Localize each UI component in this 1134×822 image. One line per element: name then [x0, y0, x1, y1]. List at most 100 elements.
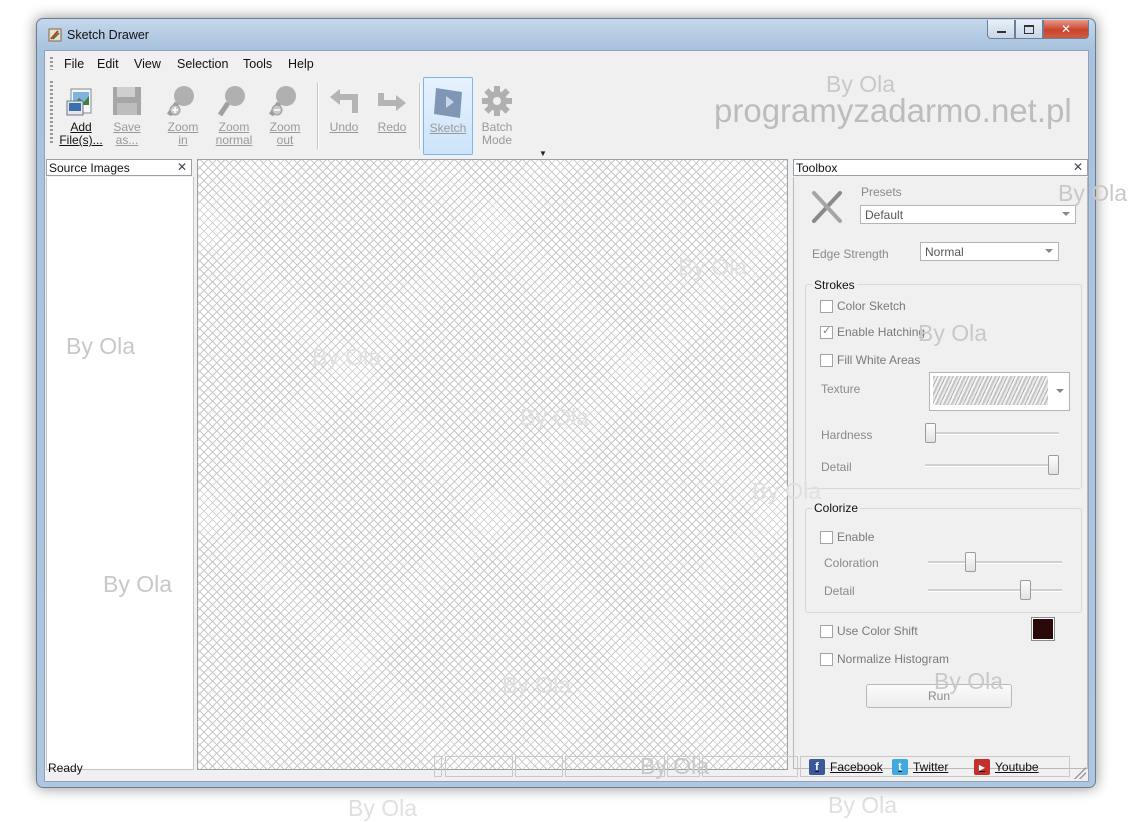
menu-edit[interactable]: Edit — [97, 57, 119, 71]
toolbox-header: Toolbox ✕ — [793, 159, 1088, 176]
facebook-icon: f — [809, 759, 825, 775]
toolbox-title: Toolbox — [796, 161, 838, 175]
resize-grip[interactable] — [1074, 767, 1086, 779]
menu-bar: File Edit View Selection Tools Help — [45, 51, 1088, 75]
zoom-out-button[interactable]: Zoom out — [263, 77, 307, 153]
use-color-shift-label: Use Color Shift — [837, 624, 918, 638]
minimize-icon — [996, 31, 1006, 33]
texture-label: Texture — [821, 382, 861, 396]
normalize-histogram-box[interactable] — [820, 652, 833, 666]
app-icon — [48, 28, 62, 42]
undo-icon — [326, 83, 362, 119]
close-icon[interactable]: ✕ — [177, 160, 187, 174]
slider-track — [928, 589, 1062, 592]
close-button[interactable]: ✕ — [1043, 20, 1089, 39]
enable-hatching-box[interactable] — [820, 324, 833, 339]
color-shift-swatch[interactable] — [1031, 617, 1055, 641]
close-icon[interactable]: ✕ — [1073, 160, 1083, 174]
menu-view[interactable]: View — [134, 57, 161, 71]
run-button[interactable]: Run — [866, 684, 1012, 708]
edge-strength-combobox[interactable]: Normal — [920, 242, 1059, 261]
toolbar-overflow-icon[interactable]: ▼ — [539, 149, 547, 158]
caption-buttons: ✕ — [987, 20, 1089, 39]
watermark-site: programyzadarmo.net.pl — [714, 92, 1072, 129]
add-files-button[interactable]: Add File(s)... — [57, 77, 105, 153]
zoom-normal-button[interactable]: Zoom normal — [211, 77, 257, 153]
fill-white-areas-checkbox[interactable]: Fill White Areas — [820, 353, 920, 367]
colorize-enable-box[interactable] — [820, 530, 833, 544]
strokes-detail-slider[interactable] — [925, 455, 1059, 475]
presets-value: Default — [865, 208, 904, 222]
colorize-enable-checkbox[interactable]: Enable — [820, 530, 874, 544]
menu-help[interactable]: Help — [288, 57, 314, 71]
sketch-icon — [430, 84, 466, 120]
twitter-icon: t — [892, 759, 908, 775]
sketch-label: Sketch — [429, 121, 467, 135]
fill-white-areas-box[interactable] — [820, 353, 833, 367]
save-as-button[interactable]: Save as... — [107, 77, 147, 153]
colorize-detail-label: Detail — [824, 584, 855, 598]
hardness-slider[interactable] — [925, 423, 1059, 443]
presets-combobox[interactable]: Default — [860, 205, 1076, 224]
enable-hatching-label: Enable Hatching — [837, 325, 926, 339]
slider-track — [925, 464, 1059, 467]
twitter-label: Twitter — [913, 760, 949, 774]
source-images-title: Source Images — [49, 161, 130, 175]
maximize-button[interactable] — [1015, 20, 1043, 39]
status-text: Ready — [48, 761, 83, 775]
colorize-detail-slider[interactable] — [928, 580, 1062, 600]
status-cell — [434, 756, 442, 777]
slider-thumb[interactable] — [1020, 580, 1031, 600]
status-bar: Ready f Facebook t Twitter ▶ Youtube — [45, 751, 1088, 781]
minimize-button[interactable] — [987, 20, 1015, 39]
status-cell — [702, 756, 798, 777]
hardness-label: Hardness — [821, 428, 873, 442]
chevron-down-icon — [1062, 212, 1070, 216]
chevron-down-icon — [1056, 389, 1064, 393]
toolbar-separator — [419, 83, 421, 149]
undo-button[interactable]: Undo — [323, 77, 365, 153]
undo-label: Undo — [329, 120, 359, 134]
color-sketch-box[interactable] — [820, 299, 833, 313]
enable-hatching-checkbox[interactable]: Enable Hatching — [820, 324, 926, 339]
twitter-link[interactable]: t Twitter — [892, 759, 948, 775]
youtube-link[interactable]: ▶ Youtube — [974, 759, 1039, 775]
coloration-label: Coloration — [824, 556, 879, 570]
batch-mode-button[interactable]: Batch Mode — [475, 77, 519, 153]
status-cell — [565, 756, 665, 777]
zoom-normal-icon — [216, 83, 252, 119]
colorize-title: Colorize — [812, 501, 861, 515]
brushes-icon — [812, 191, 842, 223]
menu-selection[interactable]: Selection — [177, 57, 228, 71]
facebook-label: Facebook — [830, 760, 883, 774]
image-canvas[interactable] — [197, 159, 788, 770]
source-images-header: Source Images ✕ — [46, 159, 192, 176]
facebook-link[interactable]: f Facebook — [809, 759, 883, 775]
slider-thumb[interactable] — [1048, 455, 1059, 475]
sketch-button[interactable]: Sketch — [423, 77, 473, 155]
youtube-icon: ▶ — [974, 759, 990, 775]
use-color-shift-checkbox[interactable]: Use Color Shift — [820, 624, 918, 638]
redo-button[interactable]: Redo — [371, 77, 413, 153]
status-cell — [667, 756, 700, 777]
coloration-slider[interactable] — [928, 552, 1062, 572]
slider-thumb[interactable] — [965, 552, 976, 572]
menu-tools[interactable]: Tools — [243, 57, 272, 71]
toolbar-separator — [317, 83, 319, 149]
title-bar[interactable]: Sketch Drawer ✕ — [37, 19, 1095, 49]
source-images-list[interactable] — [46, 177, 194, 770]
zoom-out-icon — [267, 83, 303, 119]
use-color-shift-box[interactable] — [820, 624, 833, 638]
maximize-icon — [1024, 24, 1034, 34]
zoom-in-button[interactable]: Zoom in — [161, 77, 205, 153]
color-sketch-checkbox[interactable]: Color Sketch — [820, 299, 906, 313]
toolbar-grip[interactable] — [50, 81, 53, 145]
menu-grip[interactable] — [50, 57, 53, 70]
texture-combobox[interactable] — [929, 372, 1070, 411]
slider-thumb[interactable] — [925, 423, 936, 443]
add-files-icon — [63, 83, 99, 119]
normalize-histogram-checkbox[interactable]: Normalize Histogram — [820, 652, 949, 666]
menu-file[interactable]: File — [64, 57, 84, 71]
batch-mode-label: Batch Mode — [481, 120, 513, 147]
status-cell — [515, 756, 563, 777]
